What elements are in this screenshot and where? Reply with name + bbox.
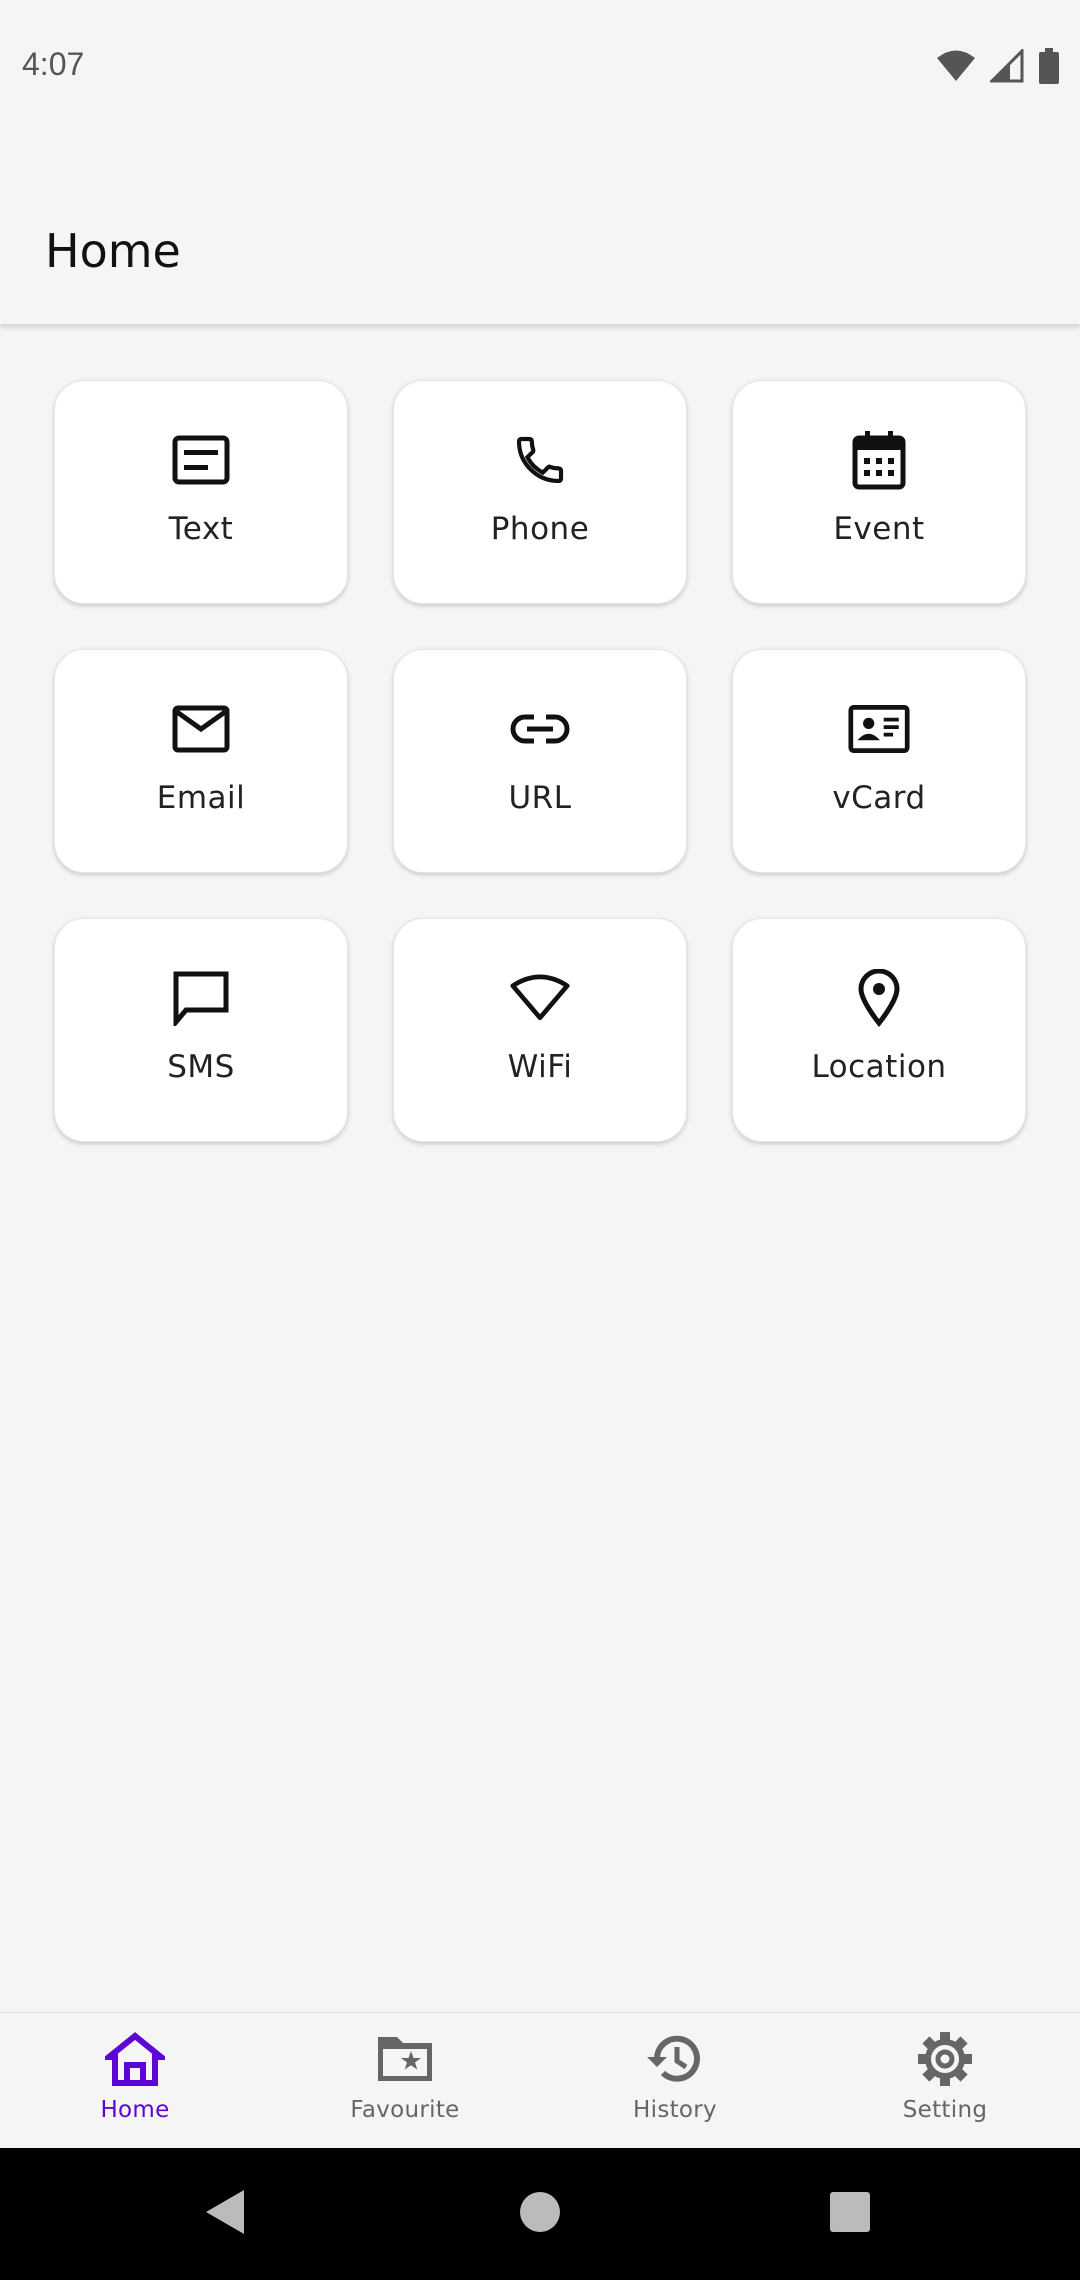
tile-text[interactable]: Text: [54, 380, 348, 604]
tile-location[interactable]: Location: [732, 918, 1026, 1142]
battery-icon: [1038, 48, 1060, 88]
tile-url[interactable]: URL: [393, 649, 687, 873]
tile-label: Text: [168, 511, 234, 547]
nav-item-home[interactable]: Home: [0, 2013, 270, 2149]
nav-label: Home: [100, 2097, 170, 2123]
link-icon: [509, 698, 571, 760]
recents-square-icon: [829, 2191, 871, 2237]
email-icon: [170, 698, 232, 760]
wifi-icon: [509, 967, 571, 1029]
status-time: 4:07: [22, 46, 85, 82]
nav-label: Setting: [902, 2097, 988, 2123]
tile-label: Email: [156, 780, 246, 816]
page-title: Home: [45, 224, 181, 278]
home-system-button[interactable]: [480, 2148, 600, 2280]
tile-phone[interactable]: Phone: [393, 380, 687, 604]
history-icon: [645, 2031, 705, 2091]
tile-event[interactable]: Event: [732, 380, 1026, 604]
tile-label: URL: [508, 780, 572, 816]
app-bar: Home: [0, 134, 1080, 325]
calendar-icon: [848, 429, 910, 491]
tile-label: WiFi: [507, 1049, 573, 1085]
gear-icon: [915, 2031, 975, 2091]
text-icon: [170, 429, 232, 491]
bottom-navigation: Home Favourite History Setting: [0, 2012, 1080, 2149]
nav-item-history[interactable]: History: [540, 2013, 810, 2149]
nav-label: History: [633, 2097, 717, 2123]
nav-label: Favourite: [350, 2097, 460, 2123]
home-circle-icon: [519, 2191, 561, 2237]
tile-label: Event: [833, 511, 925, 547]
home-icon: [100, 2031, 170, 2091]
tile-label: vCard: [832, 780, 926, 816]
status-bar: 4:07: [0, 0, 1080, 134]
nav-item-favourite[interactable]: Favourite: [270, 2013, 540, 2149]
wifi-icon: [936, 49, 976, 87]
tile-vcard[interactable]: vCard: [732, 649, 1026, 873]
tile-wifi[interactable]: WiFi: [393, 918, 687, 1142]
cell-signal-icon: [988, 47, 1024, 87]
chat-icon: [170, 967, 232, 1029]
star-folder-icon: [375, 2031, 435, 2091]
tile-sms[interactable]: SMS: [54, 918, 348, 1142]
phone-icon: [509, 429, 571, 491]
location-pin-icon: [848, 967, 910, 1029]
back-triangle-icon: [204, 2188, 246, 2240]
tile-label: Location: [811, 1049, 947, 1085]
recents-button[interactable]: [790, 2148, 910, 2280]
contact-card-icon: [848, 698, 910, 760]
tile-email[interactable]: Email: [54, 649, 348, 873]
nav-item-setting[interactable]: Setting: [810, 2013, 1080, 2149]
status-icons: [936, 47, 1060, 88]
system-navigation-bar: [0, 2148, 1080, 2280]
back-button[interactable]: [165, 2148, 285, 2280]
tile-label: SMS: [167, 1049, 235, 1085]
qr-type-grid: Text Phone Event Email URL vCard SMS WiF…: [54, 380, 1026, 1142]
tile-label: Phone: [490, 511, 590, 547]
